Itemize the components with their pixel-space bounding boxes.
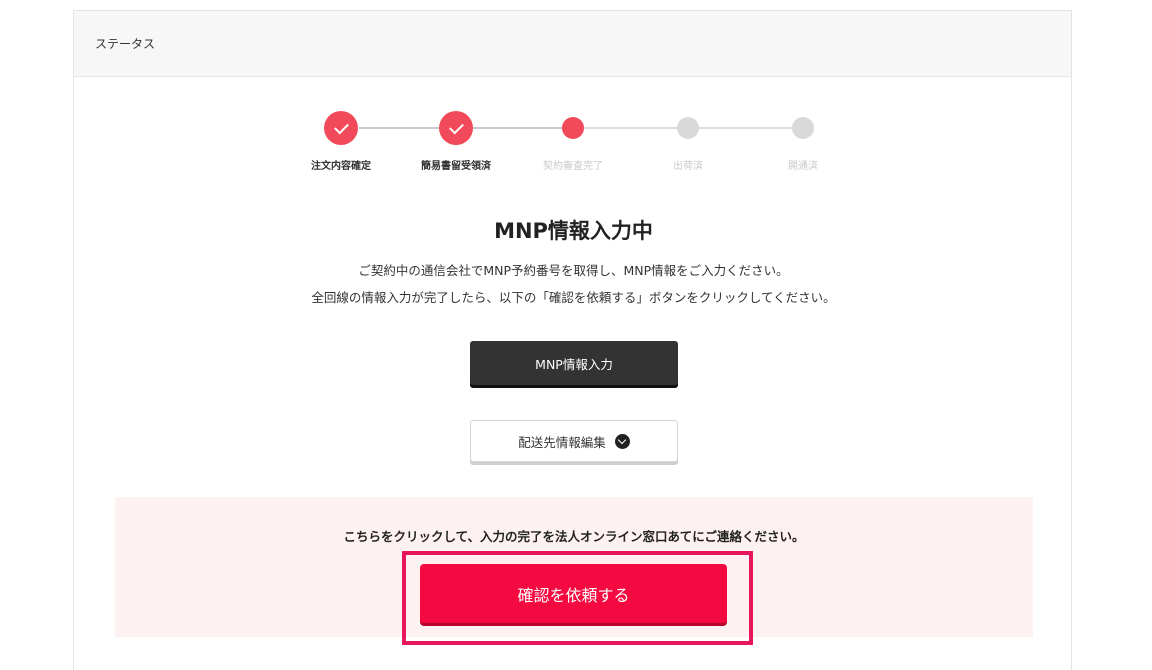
step-4-label: 出荷済	[673, 161, 703, 172]
request-confirmation-button-label: 確認を依頼する	[517, 585, 630, 605]
chevron-down-icon	[614, 433, 630, 449]
shipping-edit-button-label: 配送先情報編集	[518, 434, 606, 450]
description-line-1: ご契約中の通信会社でMNP予約番号を取得し、MNP情報をご入力ください。	[358, 263, 789, 278]
step-5-label: 開通済	[788, 161, 818, 172]
step-5-pending-dot	[792, 117, 814, 139]
step-3-label: 契約審査完了	[543, 161, 603, 172]
progress-stepper: 注文内容確定 簡易書留受領済 契約審査完了 出荷済 開通済	[74, 11, 1073, 191]
confirmation-notice: こちらをクリックして、入力の完了を法人オンライン窓口あてにご連絡ください。 確認…	[115, 497, 1033, 645]
step-1-check-icon	[324, 111, 358, 145]
step-connector	[699, 127, 802, 129]
shipping-edit-button[interactable]: 配送先情報編集	[470, 420, 678, 462]
step-1-label: 注文内容確定	[311, 161, 371, 172]
step-3-current-dot	[562, 117, 584, 139]
mnp-input-button[interactable]: MNP情報入力	[470, 341, 678, 385]
step-2-label: 簡易書留受領済	[421, 161, 491, 172]
step-connector	[473, 127, 573, 129]
mnp-input-button-label: MNP情報入力	[535, 356, 613, 372]
status-panel: ステータス 注文内容確定 簡易書留受領済 契約審査完了 出荷済 開通済 MNP情…	[73, 10, 1072, 670]
request-confirmation-button[interactable]: 確認を依頼する	[420, 564, 727, 623]
step-connector	[584, 127, 687, 129]
notice-text: こちらをクリックして、入力の完了を法人オンライン窓口あてにご連絡ください。	[343, 529, 805, 544]
description-line-2: 全回線の情報入力が完了したら、以下の「確認を依頼する」ボタンをクリックしてくださ…	[311, 290, 836, 305]
step-4-pending-dot	[677, 117, 699, 139]
status-title: MNP情報入力中	[494, 219, 653, 243]
step-2-check-icon	[439, 111, 473, 145]
